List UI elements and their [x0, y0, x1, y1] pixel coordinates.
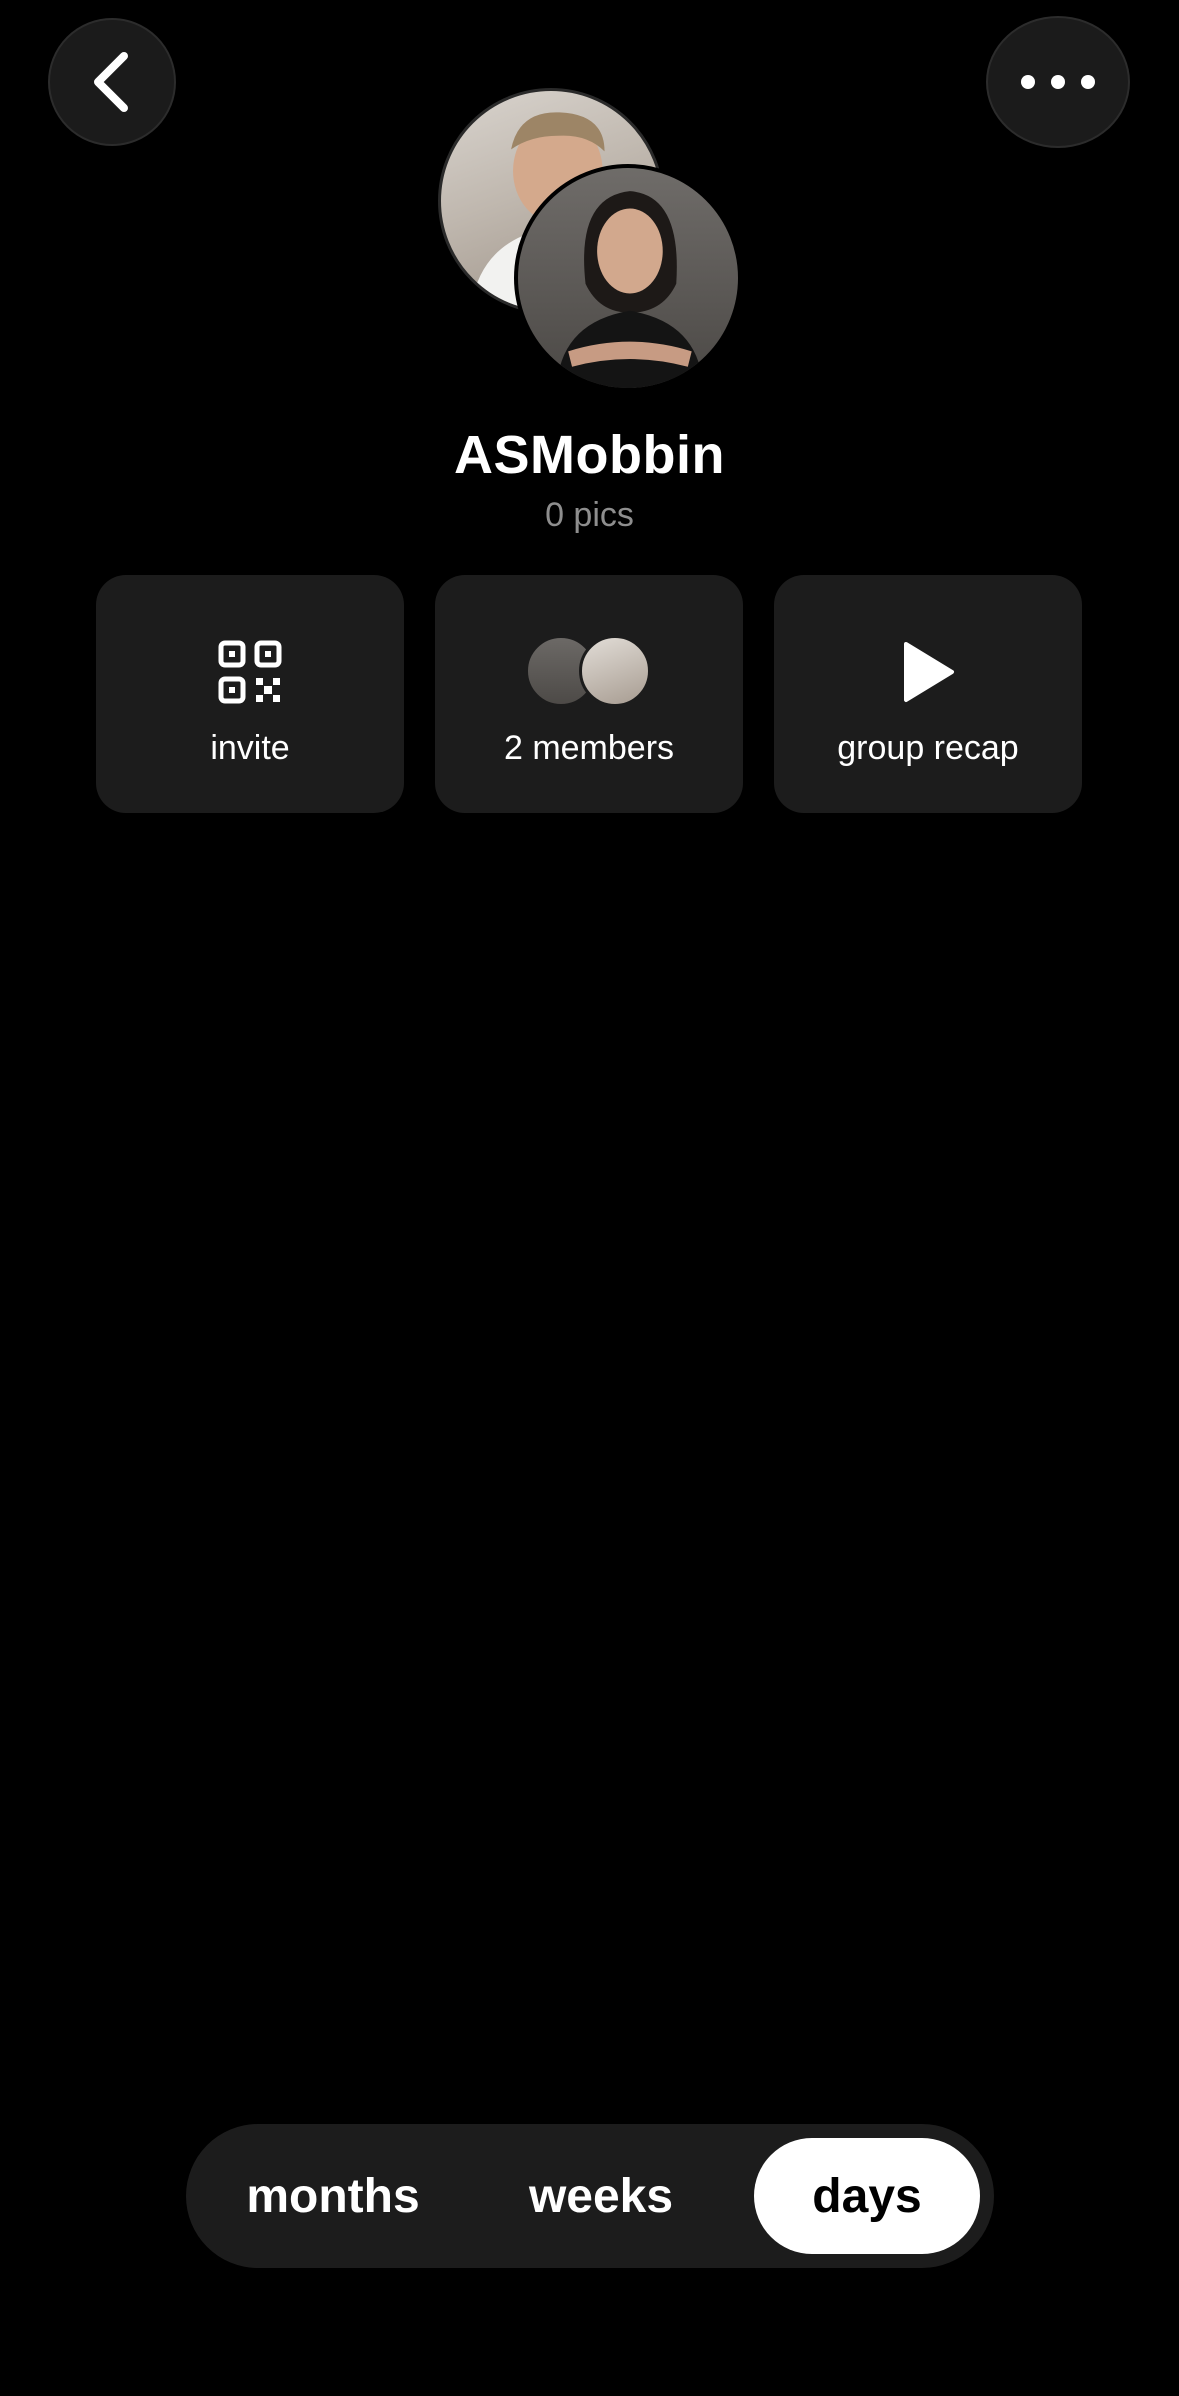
qr-code-icon: [218, 640, 282, 704]
more-options-button[interactable]: [986, 16, 1130, 148]
tab-days[interactable]: days: [754, 2138, 980, 2254]
member-avatar-woman: [514, 164, 742, 392]
group-recap-card[interactable]: group recap: [774, 575, 1082, 813]
tab-months[interactable]: months: [208, 2138, 458, 2254]
tab-weeks[interactable]: weeks: [486, 2138, 716, 2254]
group-recap-label: group recap: [837, 729, 1019, 767]
members-avatar-stack: [525, 635, 653, 709]
chevron-left-icon: [94, 52, 128, 112]
view-toggle: months weeks days: [186, 2124, 994, 2268]
members-label: 2 members: [503, 729, 675, 767]
invite-label: invite: [210, 729, 290, 767]
members-card[interactable]: 2 members: [435, 575, 743, 813]
play-icon: [904, 642, 954, 702]
invite-card[interactable]: invite: [96, 575, 404, 813]
back-button[interactable]: [48, 18, 176, 146]
mini-avatar-man: [579, 635, 651, 707]
pics-count: 0 pics: [545, 496, 634, 534]
ellipsis-icon: [1021, 75, 1095, 89]
group-name: ASMobbin: [454, 425, 725, 485]
